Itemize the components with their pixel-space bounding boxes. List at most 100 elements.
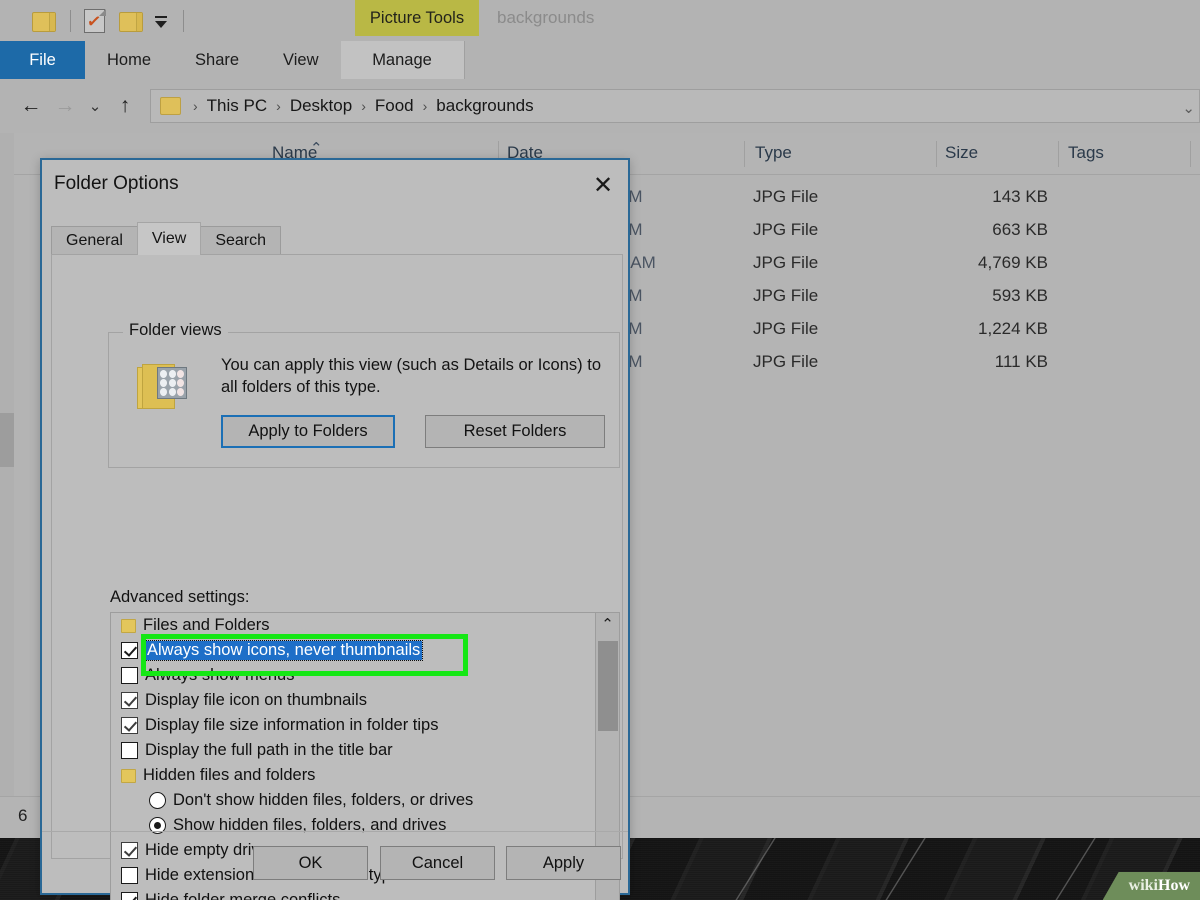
cancel-label: Cancel — [412, 854, 463, 873]
reset-folders-button[interactable]: Reset Folders — [425, 415, 605, 448]
tab-search-label: Search — [215, 232, 266, 250]
crumb-sep-1: › — [269, 98, 288, 114]
scroll-down-glyph: ⌄ — [601, 894, 614, 900]
apply-to-folders-label: Apply to Folders — [248, 422, 367, 441]
cell-type: JPG File — [753, 187, 818, 207]
toolbar-divider — [70, 10, 71, 32]
folder-icon[interactable] — [32, 10, 58, 32]
crumb-food[interactable]: Food — [373, 96, 416, 116]
cell-type: JPG File — [753, 253, 818, 273]
cell-type: JPG File — [753, 286, 818, 306]
radio-dont-show-hidden-files[interactable] — [149, 792, 166, 809]
cell-size: 111 KB — [900, 352, 1048, 372]
crumb-this-pc[interactable]: This PC — [205, 96, 269, 116]
checkbox-always-show-icons[interactable] — [121, 642, 138, 659]
column-divider-2[interactable] — [744, 141, 745, 167]
back-button[interactable]: ← — [14, 89, 48, 123]
list-item-group-files-folders: Files and Folders — [111, 613, 619, 638]
tab-search[interactable]: Search — [200, 226, 281, 255]
list-item-display-full-path-in-title-bar[interactable]: Display the full path in the title bar — [111, 738, 619, 763]
list-item-label: Don't show hidden files, folders, or dri… — [173, 791, 473, 810]
column-header-tags-label: Tags — [1068, 143, 1104, 162]
screenshot-root: ✓ Picture Tools backgrounds File Home — [0, 0, 1200, 900]
scroll-up-icon[interactable]: ⌃ — [596, 613, 619, 635]
address-dropdown-icon[interactable]: ⌄ — [1182, 99, 1195, 117]
scroll-up-glyph: ⌃ — [601, 615, 614, 633]
status-item-count: 6 — [18, 806, 27, 826]
column-header-size[interactable]: Size — [945, 143, 978, 163]
checkbox-display-file-size-in-folder-tips[interactable] — [121, 717, 138, 734]
dialog-title: Folder Options — [54, 173, 179, 195]
apply-button[interactable]: Apply — [506, 846, 621, 880]
tab-share[interactable]: Share — [173, 41, 261, 79]
column-header-tags[interactable]: Tags — [1068, 143, 1104, 163]
list-item-label: Always show menus — [145, 666, 294, 685]
chevron-down-icon: ⌄ — [89, 97, 102, 115]
column-header-type[interactable]: Type — [755, 143, 792, 163]
dialog-tab-strip: General View Search — [51, 222, 623, 255]
crumb-desktop[interactable]: Desktop — [288, 96, 354, 116]
tab-view-label: View — [283, 51, 318, 70]
column-divider-4[interactable] — [1058, 141, 1059, 167]
list-item-label: Display the full path in the title bar — [145, 741, 393, 760]
checkbox-display-full-path-in-title-bar[interactable] — [121, 742, 138, 759]
tab-manage[interactable]: Manage — [341, 41, 465, 79]
quick-access-toolbar: ✓ — [0, 0, 1200, 41]
checkbox-display-file-icon-on-thumbnails[interactable] — [121, 692, 138, 709]
ok-button[interactable]: OK — [253, 846, 368, 880]
forward-button[interactable]: → — [48, 89, 82, 123]
up-button[interactable]: ↑ — [108, 89, 142, 123]
recent-locations-button[interactable]: ⌄ — [82, 89, 108, 123]
list-item-display-file-icon-on-thumbnails[interactable]: Display file icon on thumbnails — [111, 688, 619, 713]
dialog-title-bar[interactable]: Folder Options ✕ — [42, 160, 628, 212]
tab-share-label: Share — [195, 51, 239, 70]
list-item-always-show-menus[interactable]: Always show menus — [111, 663, 619, 688]
column-divider-3[interactable] — [936, 141, 937, 167]
apply-label: Apply — [543, 854, 584, 873]
tab-view-options[interactable]: View — [137, 222, 201, 255]
customize-dropdown-icon[interactable] — [151, 10, 171, 32]
advanced-list-scroll-thumb[interactable] — [598, 641, 618, 731]
folder-icon — [121, 769, 136, 783]
apply-to-folders-button[interactable]: Apply to Folders — [221, 415, 395, 448]
address-bar: ← → ⌄ ↑ › This PC › Desktop › Food — [0, 79, 1200, 133]
up-arrow-icon: ↑ — [120, 94, 131, 118]
tab-view[interactable]: View — [261, 41, 340, 79]
list-item-display-file-size-in-folder-tips[interactable]: Display file size information in folder … — [111, 713, 619, 738]
breadcrumb[interactable]: › This PC › Desktop › Food › backgrounds… — [150, 89, 1200, 123]
back-icon: ← — [21, 94, 42, 118]
list-item-label: Always show icons, never thumbnails — [145, 641, 422, 660]
tab-home[interactable]: Home — [85, 41, 173, 79]
close-icon[interactable]: ✕ — [584, 168, 622, 202]
list-item-label: Display file icon on thumbnails — [145, 691, 367, 710]
folder-options-dialog: Folder Options ✕ General View Search Fol… — [40, 158, 630, 895]
list-item-always-show-icons[interactable]: Always show icons, never thumbnails — [111, 638, 619, 663]
forward-icon: → — [55, 94, 76, 118]
tab-home-label: Home — [107, 51, 151, 70]
cell-type: JPG File — [753, 352, 818, 372]
wikihow-watermark: wiki How — [1103, 872, 1200, 900]
ribbon-tab-strip: File Home Share View Manage — [0, 41, 1200, 79]
tab-file[interactable]: File — [0, 41, 85, 79]
sort-ascending-icon: ⌃ — [310, 139, 323, 157]
new-folder-icon[interactable] — [119, 10, 145, 32]
checkbox-hide-folder-merge-conflicts[interactable] — [121, 892, 138, 900]
cell-size: 1,224 KB — [900, 319, 1048, 339]
properties-icon[interactable]: ✓ — [83, 8, 107, 34]
scroll-down-icon[interactable]: ⌄ — [596, 892, 619, 900]
list-item-label: Display file size information in folder … — [145, 716, 438, 735]
tab-file-label: File — [29, 51, 56, 70]
watermark-wiki: wiki — [1129, 877, 1158, 895]
folder-views-description: You can apply this view (such as Details… — [221, 355, 601, 399]
tab-general[interactable]: General — [51, 226, 138, 255]
column-header-type-label: Type — [755, 143, 792, 162]
column-divider-5[interactable] — [1190, 141, 1191, 167]
contextual-tab-picture-tools[interactable]: Picture Tools — [355, 0, 479, 36]
list-item-dont-show-hidden-files[interactable]: Don't show hidden files, folders, or dri… — [111, 788, 619, 813]
window-title: backgrounds — [497, 0, 594, 36]
checkbox-always-show-menus[interactable] — [121, 667, 138, 684]
cancel-button[interactable]: Cancel — [380, 846, 495, 880]
reset-folders-label: Reset Folders — [464, 422, 567, 441]
ok-label: OK — [299, 854, 323, 873]
crumb-backgrounds[interactable]: backgrounds — [434, 96, 535, 116]
